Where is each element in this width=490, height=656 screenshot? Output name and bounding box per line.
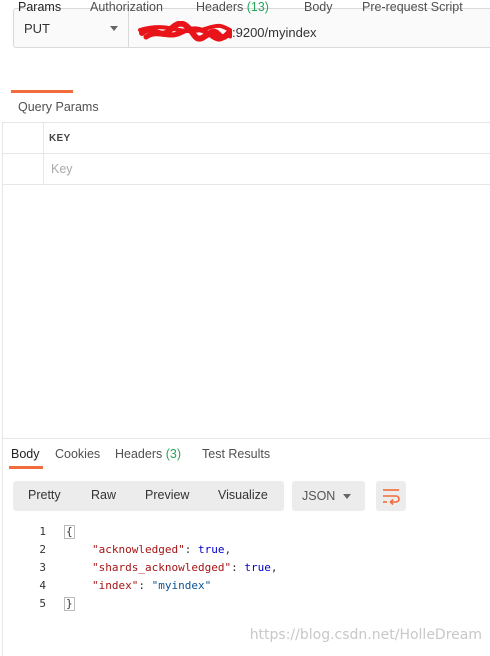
json-sep: :: [138, 579, 152, 592]
open-brace: {: [64, 525, 75, 539]
code-line: "acknowledged": true,: [92, 543, 231, 556]
close-brace: }: [64, 597, 75, 611]
tab-label: Headers: [115, 447, 163, 461]
line-number: 4: [39, 579, 46, 592]
key-input[interactable]: Key: [51, 162, 73, 176]
code-line: "index": "myindex": [92, 579, 211, 592]
json-key: "index": [92, 579, 139, 592]
tab-label: Body: [304, 0, 333, 14]
headers-count-badge: (13): [246, 0, 269, 14]
column-divider: [43, 122, 44, 184]
request-bar: PUT :9200/myindex: [13, 8, 490, 48]
json-value: true: [244, 561, 271, 574]
tab-headers[interactable]: Headers (13): [196, 0, 269, 14]
json-key: "shards_acknowledged": [92, 561, 232, 574]
redaction-scribble: [138, 21, 232, 42]
json-value: true: [197, 543, 225, 556]
tab-label: Pre-request Script: [362, 0, 463, 14]
tab-pre-request-script[interactable]: Pre-request Script: [362, 0, 463, 14]
query-params-title: Query Params: [18, 100, 99, 114]
divider: [2, 122, 490, 123]
code-line: {: [64, 525, 75, 539]
json-sep: :: [231, 561, 245, 574]
tab-label: Headers: [196, 0, 244, 14]
tab-params[interactable]: Params: [18, 0, 61, 14]
code-line: "shards_acknowledged": true,: [92, 561, 277, 574]
url-text: :9200/myindex: [232, 25, 317, 40]
key-column-header: KEY: [49, 133, 71, 144]
pretty-button[interactable]: Pretty: [28, 488, 61, 502]
response-headers-count-badge: (3): [165, 447, 182, 461]
wrap-lines-button[interactable]: [376, 481, 406, 511]
chevron-down-icon: [343, 494, 351, 499]
chevron-down-icon: [110, 26, 118, 31]
json-value: "myindex": [151, 579, 212, 592]
wrap-lines-icon: [383, 489, 400, 506]
line-number: 3: [39, 561, 46, 574]
tab-label: Params: [18, 0, 62, 14]
line-number: 1: [39, 525, 46, 538]
raw-button[interactable]: Raw: [91, 488, 116, 502]
active-response-tab-indicator: [9, 466, 43, 469]
tab-body[interactable]: Body: [304, 0, 333, 14]
format-select[interactable]: JSON: [292, 481, 365, 511]
panel-border: [2, 122, 3, 656]
visualize-button[interactable]: Visualize: [218, 488, 268, 502]
line-number: 5: [39, 597, 46, 610]
json-sep: ,: [224, 543, 232, 556]
url-input[interactable]: :9200/myindex: [138, 21, 317, 43]
method-label: PUT: [24, 21, 50, 36]
view-mode-group: Pretty Raw Preview Visualize: [13, 481, 284, 511]
response-tab-cookies[interactable]: Cookies: [55, 447, 100, 461]
json-key: "acknowledged": [92, 543, 185, 556]
response-tab-headers[interactable]: Headers (3): [115, 447, 181, 461]
tab-authorization[interactable]: Authorization: [90, 0, 163, 14]
response-divider: [2, 438, 490, 439]
code-line: }: [64, 597, 75, 611]
response-tab-body[interactable]: Body: [11, 447, 40, 461]
watermark: https://blog.csdn.net/HolleDream: [249, 627, 482, 643]
json-sep: ,: [270, 561, 278, 574]
preview-button[interactable]: Preview: [145, 488, 189, 502]
divider: [2, 184, 490, 185]
tab-label: Authorization: [90, 0, 163, 14]
response-tab-test-results[interactable]: Test Results: [202, 447, 270, 461]
format-select-value: JSON: [302, 489, 336, 503]
divider: [2, 153, 490, 154]
line-number: 2: [39, 543, 46, 556]
method-select[interactable]: PUT: [14, 9, 129, 47]
active-tab-indicator: [11, 90, 73, 93]
json-sep: :: [184, 543, 198, 556]
